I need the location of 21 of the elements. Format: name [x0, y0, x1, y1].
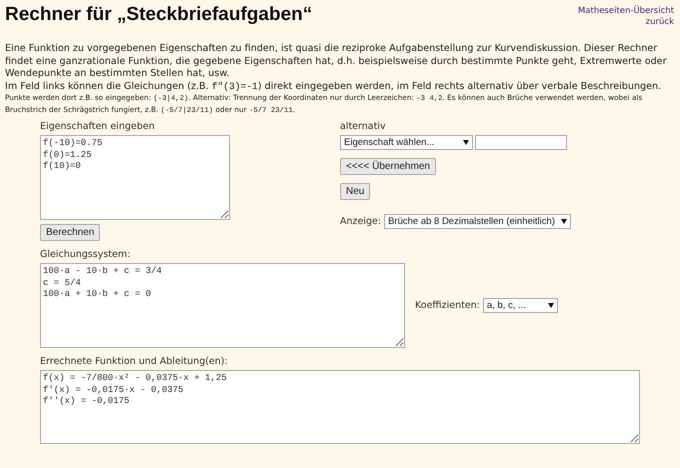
- intro-paragraph: Im Feld links können die Gleichungen (z.B. f"(3)=-1) direkt eingegeben werden, im Feld rechts alternativ über verbale Beschreibungen.: [5, 80, 662, 93]
- new-button[interactable]: Neu: [340, 183, 370, 200]
- page-title: Rechner für „Steckbriefaufgaben“: [5, 4, 312, 26]
- property-select[interactable]: Eigenschaft wählen...: [340, 135, 473, 150]
- properties-label: Eigenschaften eingeben: [40, 121, 155, 132]
- system-label: Gleichungssystem:: [40, 249, 132, 260]
- equation-system-field[interactable]: 100·a - 10·b + c = 3/4 c = 5/4 100·a + 10·b + c = 0: [40, 263, 405, 348]
- display-select[interactable]: Brüche ab 8 Dezimalstellen (einheitlich): [384, 214, 571, 229]
- coefficients-select[interactable]: a, b, c, ...: [482, 298, 558, 313]
- value-field[interactable]: [475, 135, 567, 150]
- alternative-label: alternativ: [340, 121, 386, 132]
- nav-link[interactable]: zurück: [646, 17, 674, 28]
- nav-link[interactable]: Matheseiten-Übersicht: [578, 6, 674, 17]
- properties-field[interactable]: f(-10)=0.75 f(0)=1.25 f(10)=0: [40, 135, 230, 220]
- result-field[interactable]: f(x) = -7/800·x² - 0,0375·x + 1,25 f'(x) = -0,0175·x - 0,0375 f''(x) = -0,0175: [40, 370, 640, 444]
- coefficients-label: Koeffizienten:: [415, 300, 480, 311]
- intro-paragraph: Eine Funktion zu vorgegebenen Eigenschaften zu finden, ist quasi die reziproke Aufgabenstellung zur Kurvendiskussion. Dieser Rechner findet eine ganzrationale Funktion, die gegebene Eigenschaften hat, d.h. beispielsweise durch bestimmte Punkte geht, Extremwerte oder Wendepunkte an bestimmten Stellen hat, usw.: [5, 43, 668, 80]
- apply-button[interactable]: <<<< Übernehmen: [340, 158, 436, 175]
- calculate-button[interactable]: Berechnen: [40, 224, 100, 241]
- display-label: Anzeige:: [340, 216, 382, 227]
- result-label: Errechnete Funktion und Ableitung(en):: [40, 356, 229, 367]
